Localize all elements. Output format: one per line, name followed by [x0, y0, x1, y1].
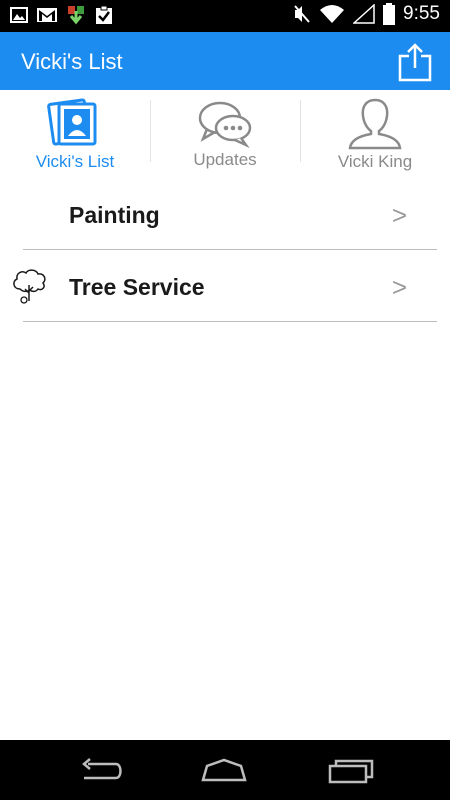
- navigation-bar: [0, 740, 450, 800]
- chevron-right-icon: >: [391, 272, 407, 302]
- home-icon[interactable]: [199, 756, 249, 786]
- list-item-painting[interactable]: Painting >: [0, 178, 450, 250]
- download-icon: [68, 6, 84, 25]
- main-content: Vicki's List Updates Vicki King Painting…: [0, 90, 450, 740]
- divider: [23, 321, 437, 322]
- chat-bubbles-icon: [198, 101, 252, 149]
- tab-label: Vicki's List: [35, 152, 115, 171]
- status-bar: 9:55: [0, 0, 450, 32]
- back-icon[interactable]: [76, 756, 126, 786]
- tab-label: Vicki King: [337, 152, 413, 171]
- gmail-icon: [37, 8, 57, 22]
- status-time: 9:55: [403, 3, 440, 24]
- app-title: Vicki's List: [21, 49, 123, 74]
- tab-label: Updates: [193, 150, 257, 169]
- recent-apps-icon[interactable]: [326, 756, 376, 786]
- tab-divider: [150, 100, 151, 162]
- clipboard-check-icon: [96, 5, 112, 24]
- chevron-right-icon: >: [391, 200, 407, 230]
- tree-icon: [13, 269, 46, 304]
- tab-updates[interactable]: Updates: [150, 90, 300, 178]
- action-bar: Vicki's List: [0, 32, 450, 90]
- tab-divider: [300, 100, 301, 162]
- tab-bar: Vicki's List Updates Vicki King: [0, 90, 450, 178]
- wifi-icon: [320, 5, 345, 23]
- person-icon: [348, 98, 402, 150]
- mute-icon: [294, 5, 310, 23]
- share-icon[interactable]: [398, 42, 432, 82]
- photos-icon: [47, 98, 97, 146]
- tab-vickis-list[interactable]: Vicki's List: [0, 90, 150, 178]
- tab-profile[interactable]: Vicki King: [300, 90, 450, 178]
- category-list: Painting > Tree Service >: [0, 178, 450, 322]
- list-item-label: Painting: [69, 202, 160, 228]
- list-item-tree-service[interactable]: Tree Service >: [0, 250, 450, 322]
- battery-icon: [383, 3, 396, 25]
- signal-icon: [353, 4, 375, 24]
- image-icon: [10, 7, 28, 23]
- list-item-label: Tree Service: [69, 274, 205, 300]
